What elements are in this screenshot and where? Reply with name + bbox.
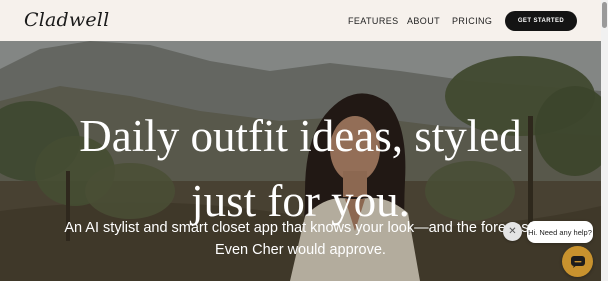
close-icon: ✕	[508, 226, 517, 237]
chat-icon	[570, 255, 585, 268]
site-header: Cladwell FEATURES ABOUT PRICING GET STAR…	[0, 0, 601, 41]
hero-section: Daily outfit ideas, styled just for you.…	[0, 41, 601, 281]
chat-launcher-button[interactable]	[562, 246, 593, 277]
chat-greeting-bubble[interactable]: Hi. Need any help?	[527, 221, 593, 243]
hero-title-line-1: Daily outfit ideas, styled	[79, 111, 522, 161]
nav-about-link[interactable]: ABOUT	[407, 16, 440, 26]
hero-title: Daily outfit ideas, styled just for you.	[0, 104, 601, 235]
scrollbar-thumb[interactable]	[602, 2, 607, 28]
nav-pricing-link[interactable]: PRICING	[452, 16, 492, 26]
nav-features-link[interactable]: FEATURES	[348, 16, 399, 26]
hero-subtitle-line-2: Even Cher would approve.	[215, 241, 386, 258]
logo[interactable]: Cladwell	[24, 9, 109, 31]
chat-close-button[interactable]: ✕	[503, 222, 522, 241]
get-started-button[interactable]: GET STARTED	[505, 11, 577, 31]
page-scrollbar[interactable]	[601, 0, 608, 281]
